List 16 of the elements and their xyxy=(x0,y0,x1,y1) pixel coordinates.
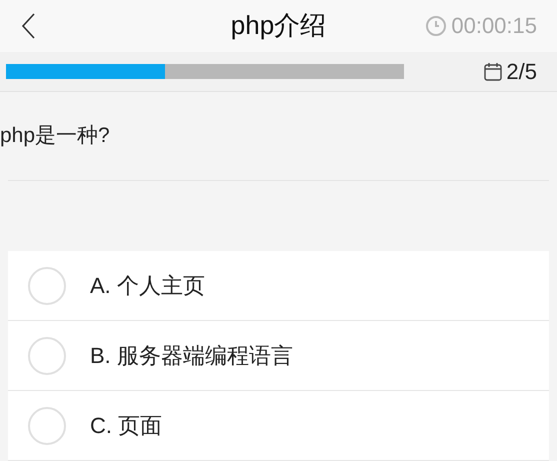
option-label: C. 页面 xyxy=(90,412,162,440)
clock-icon xyxy=(425,14,448,37)
calendar-icon xyxy=(484,62,502,81)
radio-button[interactable] xyxy=(28,406,66,444)
option-label: B. 服务器端编程语言 xyxy=(90,342,293,370)
answer-option[interactable]: B. 服务器端编程语言 xyxy=(8,321,549,391)
answer-option[interactable]: C. 页面 xyxy=(8,391,549,461)
timer: 00:00:15 xyxy=(451,12,537,40)
page-title: php介绍 xyxy=(230,9,326,42)
question-text: php是一种? xyxy=(0,123,110,150)
radio-button[interactable] xyxy=(28,266,66,304)
answer-option[interactable]: A. 个人主页 xyxy=(8,251,549,321)
option-label: A. 个人主页 xyxy=(90,272,205,300)
back-icon[interactable] xyxy=(20,12,36,40)
radio-button[interactable] xyxy=(28,336,66,374)
question-count: 2/5 xyxy=(506,58,537,86)
